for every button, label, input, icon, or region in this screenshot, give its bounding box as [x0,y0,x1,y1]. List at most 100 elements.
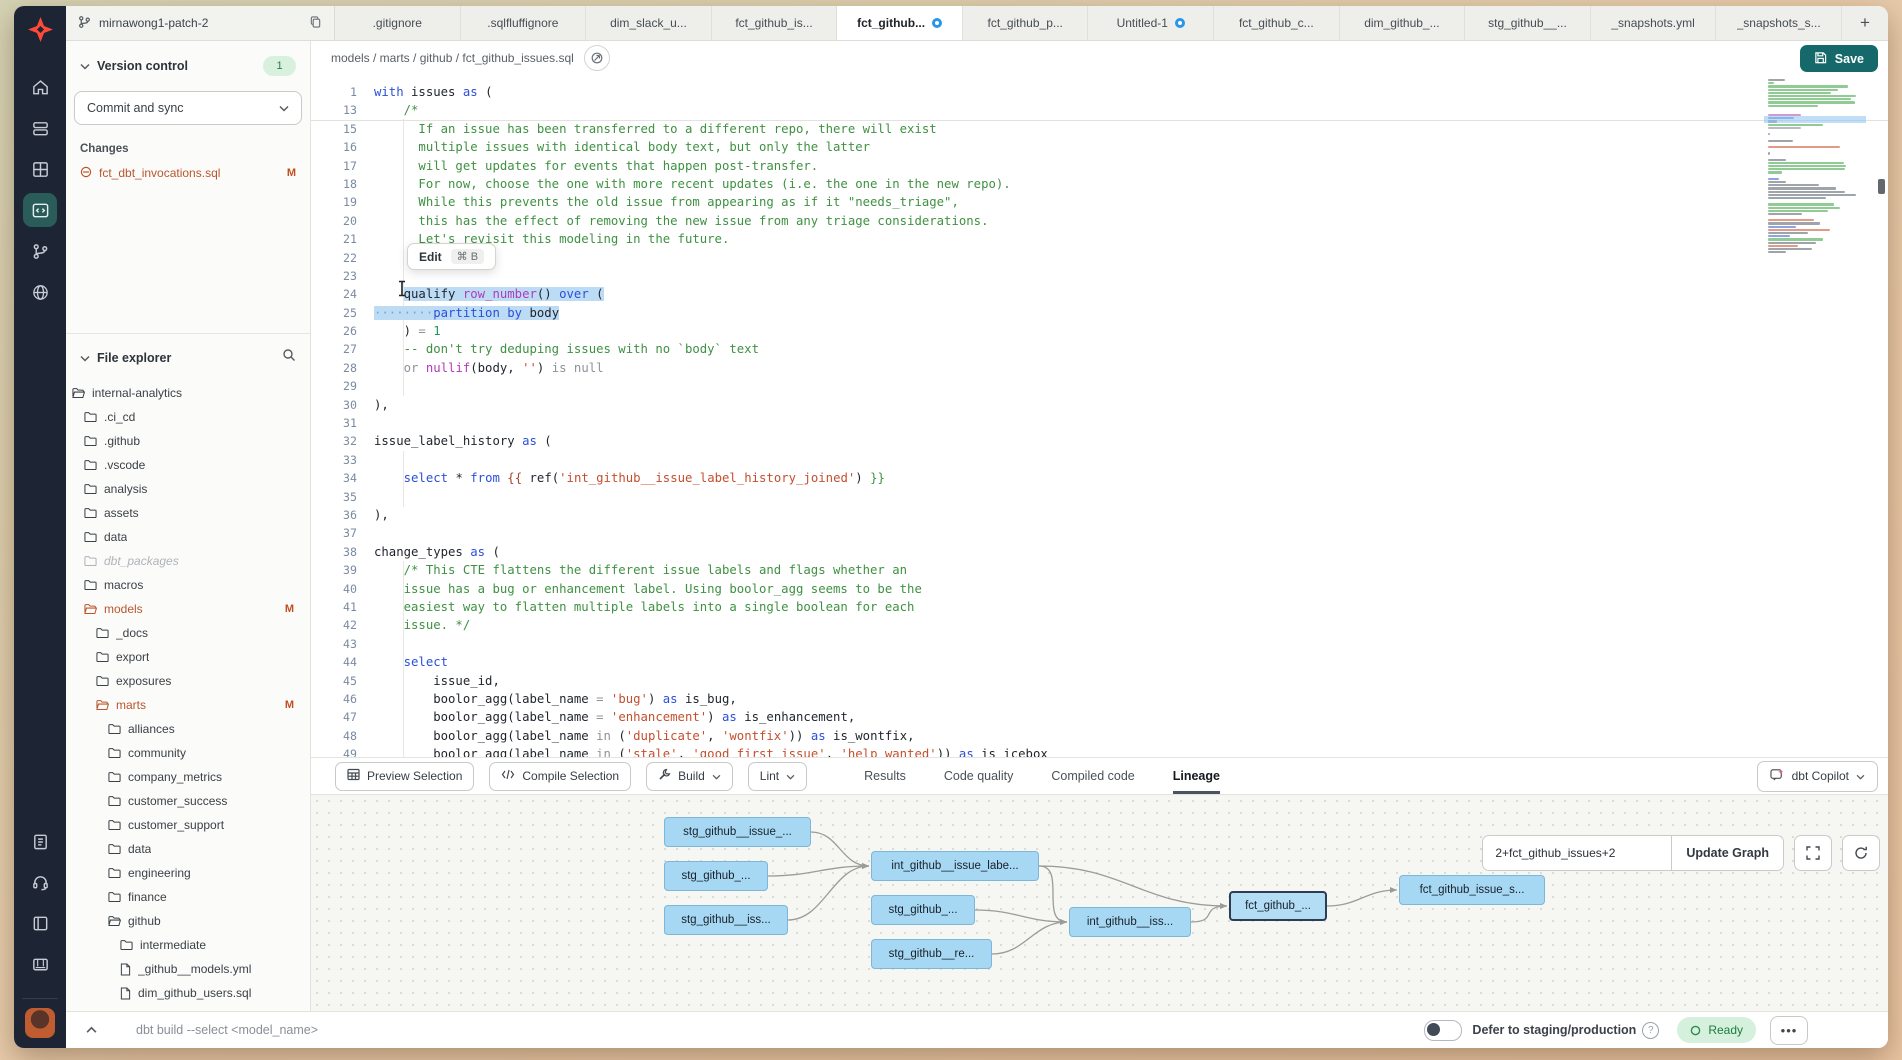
tab-_snapshots.yml[interactable]: _snapshots.yml [1591,6,1717,40]
folder-finance[interactable]: finance [66,885,310,909]
lineage-node-stg_github_[interactable]: stg_github_... [664,861,768,891]
help-icon[interactable]: ? [1642,1022,1659,1039]
folder-company_metrics[interactable]: company_metrics [66,765,310,789]
copy-link-icon[interactable] [584,45,610,71]
commit-and-sync-button[interactable]: Commit and sync [74,91,302,125]
preview-selection-button[interactable]: Preview Selection [335,762,474,791]
globe-icon[interactable] [23,275,57,309]
folder-assets[interactable]: assets [66,501,310,525]
lint-button[interactable]: Lint [748,762,807,791]
lineage-node-stg_github_[interactable]: stg_github_... [871,895,975,925]
projects-grid-icon[interactable] [23,152,57,186]
folder-icon [84,459,97,471]
keyboard-shortcuts-icon[interactable] [23,947,57,981]
build-button[interactable]: Build [646,762,733,791]
tab-_snapshots_s...[interactable]: _snapshots_s... [1716,6,1842,40]
line-number: 47 [311,708,357,726]
folder-marts[interactable]: martsM [66,693,310,717]
tab-lineage[interactable]: Lineage [1173,758,1220,794]
file-_github__models.yml[interactable]: _github__models.yml [66,957,310,981]
changelog-icon[interactable] [23,824,57,858]
edit-popup[interactable]: Edit ⌘ B [407,243,496,270]
command-input[interactable] [134,1022,1424,1038]
folder-data[interactable]: data [66,525,310,549]
compile-selection-button[interactable]: Compile Selection [489,762,631,791]
lineage-node-fct_github_[interactable]: fct_github_... [1229,891,1327,921]
docs-icon[interactable] [23,906,57,940]
code-line-23: 23 [311,267,1888,285]
fullscreen-button[interactable] [1794,835,1832,871]
tab-.gitignore[interactable]: .gitignore [335,6,461,40]
folder-dbt_packages[interactable]: dbt_packages [66,549,310,573]
tab-.sqlfluffignore[interactable]: .sqlfluffignore [461,6,587,40]
branch-workspace-icon[interactable] [23,234,57,268]
tab-fct_github_p...[interactable]: fct_github_p... [963,6,1089,40]
tab-compiled-code[interactable]: Compiled code [1051,758,1134,794]
file-dim_github_users.sql[interactable]: dim_github_users.sql [66,981,310,1005]
tab-fct_github_is...[interactable]: fct_github_is... [712,6,838,40]
chevron-up-icon[interactable] [76,1017,106,1043]
tab-Untitled-1[interactable]: Untitled-1 [1088,6,1214,40]
folder-icon [120,939,133,951]
folder-.ci_cd[interactable]: .ci_cd [66,405,310,429]
folder-customer_support[interactable]: customer_support [66,813,310,837]
lineage-node-stg_github__re[interactable]: stg_github__re... [871,939,992,969]
lineage-selector-input[interactable] [1483,836,1671,870]
user-avatar[interactable] [25,1008,55,1038]
search-icon[interactable] [282,348,296,367]
chevron-down-icon[interactable] [80,349,90,367]
branch-selector[interactable]: mirnawong1-patch-2 [66,6,335,40]
chevron-down-icon[interactable] [80,57,90,75]
tab-fct_github...[interactable]: fct_github... [837,6,963,40]
tab-results[interactable]: Results [864,758,906,794]
side-panel: Version control 1 Commit and sync Change… [66,41,311,1011]
tab-code-quality[interactable]: Code quality [944,758,1014,794]
folder-.vscode[interactable]: .vscode [66,453,310,477]
folder-community[interactable]: community [66,741,310,765]
lineage-edge [1327,890,1397,906]
folder-customer_success[interactable]: customer_success [66,789,310,813]
more-options-button[interactable]: ••• [1770,1016,1808,1045]
folder-exposures[interactable]: exposures [66,669,310,693]
update-graph-button[interactable]: Update Graph [1671,836,1783,870]
folder-alliances[interactable]: alliances [66,717,310,741]
dbt-copilot-button[interactable]: dbt Copilot [1757,761,1878,792]
save-button[interactable]: Save [1800,45,1878,72]
folder-models[interactable]: modelsM [66,597,310,621]
lineage-node-int_github__iss[interactable]: int_github__iss... [1069,907,1191,937]
environments-icon[interactable] [23,111,57,145]
dbt-logo-icon[interactable] [27,16,54,48]
folder-intermediate[interactable]: intermediate [66,933,310,957]
editor-scrollbar-thumb[interactable] [1878,179,1885,194]
folder-analysis[interactable]: analysis [66,477,310,501]
lineage-node-fct_github_issue_s[interactable]: fct_github_issue_s... [1399,875,1545,905]
lineage-node-stg_github__issue_[interactable]: stg_github__issue_... [664,817,811,847]
defer-toggle[interactable] [1424,1020,1462,1041]
tab-fct_github_c...[interactable]: fct_github_c... [1214,6,1340,40]
support-headset-icon[interactable] [23,865,57,899]
lineage-node-stg_github__iss[interactable]: stg_github__iss... [664,905,788,935]
folder-.github[interactable]: .github [66,429,310,453]
folder-internal-analytics[interactable]: internal-analytics [66,381,310,405]
tab-stg_github__...[interactable]: stg_github__... [1465,6,1591,40]
folder-_docs[interactable]: _docs [66,621,310,645]
home-icon[interactable] [23,70,57,104]
file-icon [120,963,131,976]
lineage-node-int_github__issue_labe[interactable]: int_github__issue_labe... [871,851,1039,881]
folder-engineering[interactable]: engineering [66,861,310,885]
copy-branch-icon[interactable] [309,15,322,32]
tab-dim_github_...[interactable]: dim_github_... [1340,6,1466,40]
folder-export[interactable]: export [66,645,310,669]
changed-file-row[interactable]: fct_dbt_invocations.sql M [66,162,310,184]
folder-github[interactable]: github [66,909,310,933]
new-tab-button[interactable]: + [1842,6,1888,40]
minimap[interactable] [1768,79,1862,254]
folder-data[interactable]: data [66,837,310,861]
folder-macros[interactable]: macros [66,573,310,597]
model-file-icon [80,166,92,181]
ide-icon[interactable] [23,193,57,227]
refresh-button[interactable] [1842,835,1880,871]
tab-dim_slack_u...[interactable]: dim_slack_u... [586,6,712,40]
minimap-line [1768,95,1856,97]
code-editor[interactable]: 1with issues as (13 /*15 If an issue has… [311,75,1888,757]
